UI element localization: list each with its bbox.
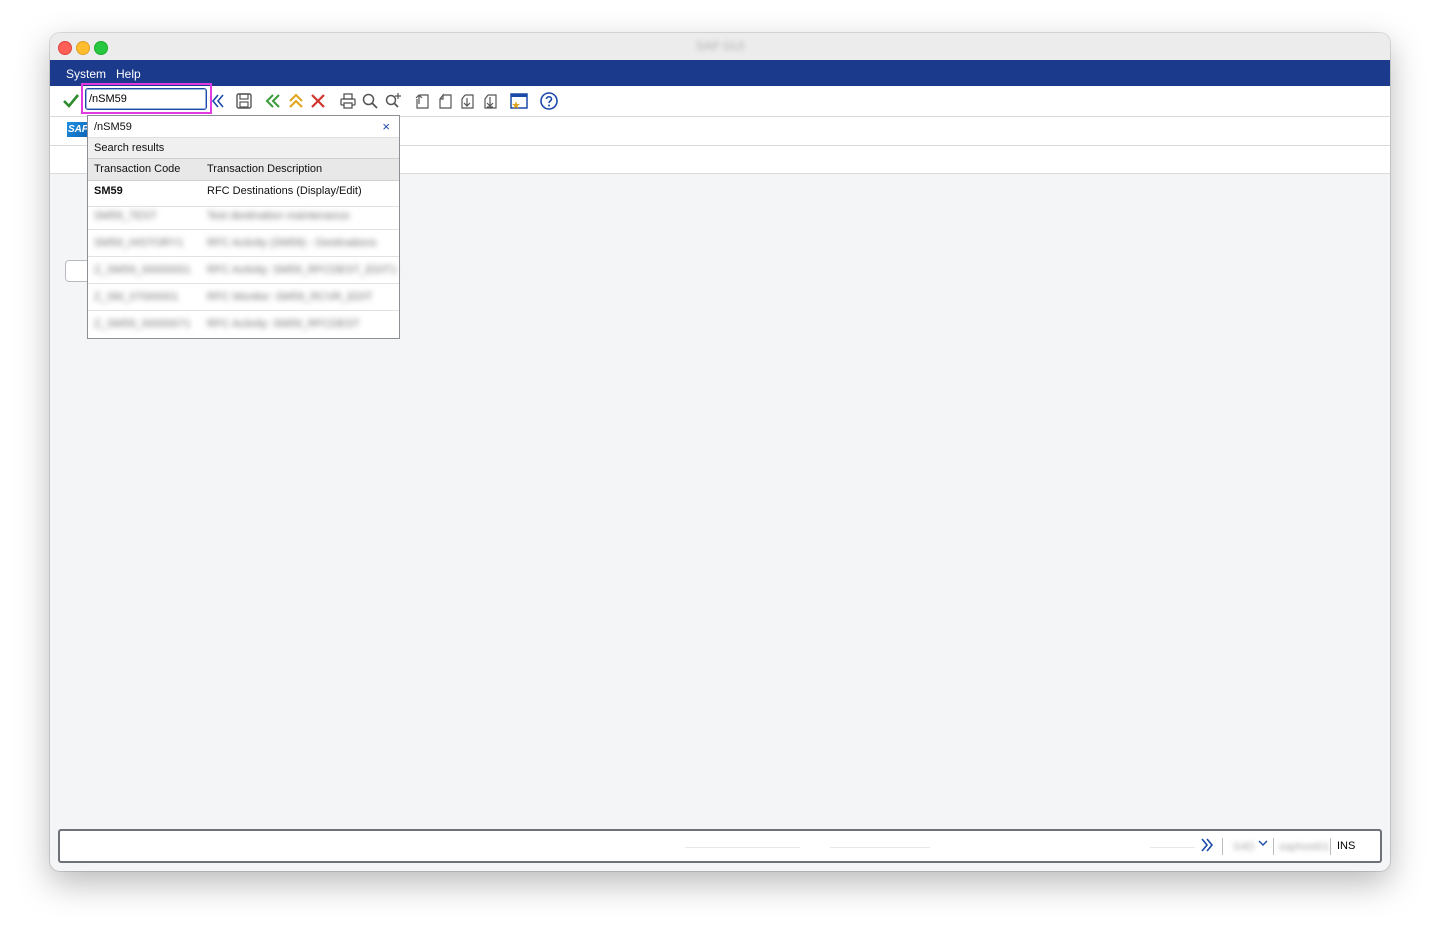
print-icon[interactable]: [337, 90, 359, 112]
enter-checkmark-icon[interactable]: [60, 90, 82, 112]
window-title: SAP GUI: [695, 39, 745, 53]
status-separator: [1330, 838, 1331, 855]
help-icon[interactable]: [538, 90, 560, 112]
result-row[interactable]: SM59_HISTORY1 RFC Activity (SM59) - Dest…: [88, 230, 399, 257]
transaction-description: RFC Activity: SM59_RFCDEST_EDIT1: [207, 264, 398, 276]
save-icon[interactable]: [233, 90, 255, 112]
results-table-header: Transaction Code Transaction Description: [88, 158, 399, 181]
column-header-description: Transaction Description: [207, 163, 323, 175]
command-field[interactable]: [85, 88, 207, 110]
cancel-icon[interactable]: [307, 90, 329, 112]
transaction-description: RFC Monitor: SM59_RCVR_EDIT: [207, 291, 373, 303]
exit-icon[interactable]: [285, 90, 307, 112]
title-bar: SAP GUI: [50, 33, 1390, 61]
transaction-code: SM59_HISTORY1: [94, 237, 184, 249]
status-bar-divider: [1150, 847, 1195, 848]
search-results-label: Search results: [94, 142, 165, 154]
menu-bar: System Help: [50, 60, 1390, 86]
system-name: S4D: [1233, 841, 1255, 853]
next-page-icon[interactable]: [456, 90, 478, 112]
transaction-description: RFC Destinations (Display/Edit): [207, 185, 362, 197]
result-row[interactable]: Z_SM59_00000001 RFC Activity: SM59_RFCDE…: [88, 257, 399, 284]
transaction-code: Z_SM59_00000071: [94, 318, 191, 330]
transaction-code: Z_SM_07000001: [94, 291, 179, 303]
insert-mode-indicator[interactable]: INS: [1337, 840, 1355, 852]
command-suggestions-dropdown: /nSM59 × Search results Transaction Code…: [87, 115, 400, 339]
search-results-section: Search results: [88, 137, 399, 159]
last-page-icon[interactable]: [479, 90, 501, 112]
dropdown-query-text: /nSM59: [94, 121, 132, 133]
expand-status-icon[interactable]: [1200, 837, 1214, 856]
result-row[interactable]: Z_SM_07000001 RFC Monitor: SM59_RCVR_EDI…: [88, 284, 399, 311]
transaction-code: SM59: [94, 185, 123, 197]
previous-page-icon[interactable]: [434, 90, 456, 112]
menu-help[interactable]: Help: [116, 67, 141, 81]
first-page-icon[interactable]: [411, 90, 433, 112]
server-name: saphost01: [1279, 841, 1330, 853]
result-row[interactable]: SM59_TEST Test destination maintenance: [88, 203, 399, 230]
result-row[interactable]: Z_SM59_00000071 RFC Activity: SM59_RFCDE…: [88, 311, 399, 337]
find-icon[interactable]: [359, 90, 381, 112]
transaction-description: RFC Activity (SM59) - Destinations: [207, 237, 377, 249]
column-header-code: Transaction Code: [94, 163, 181, 175]
sap-gui-window: SAP GUI System Help /nSM59 SAP /nSM59 × …: [50, 33, 1390, 871]
status-separator: [1222, 838, 1223, 855]
system-toolbar: [50, 83, 1390, 117]
status-bar-divider: [685, 847, 800, 848]
status-bar-divider: [830, 847, 930, 848]
status-bar: S4D saphost01 INS: [58, 829, 1382, 863]
find-next-icon[interactable]: [382, 90, 404, 112]
menu-system[interactable]: System: [66, 67, 106, 81]
transaction-description: Test destination maintenance: [207, 210, 350, 222]
expand-history-icon[interactable]: [207, 90, 229, 112]
close-icon[interactable]: ×: [382, 119, 390, 134]
transaction-code: SM59_TEST: [94, 210, 157, 222]
status-separator: [1273, 838, 1274, 855]
transaction-description: RFC Activity: SM59_RFCDEST: [207, 318, 360, 330]
back-icon[interactable]: [262, 90, 284, 112]
create-session-icon[interactable]: [508, 90, 530, 112]
chevron-down-icon[interactable]: [1258, 838, 1268, 851]
transaction-code: Z_SM59_00000001: [94, 264, 191, 276]
